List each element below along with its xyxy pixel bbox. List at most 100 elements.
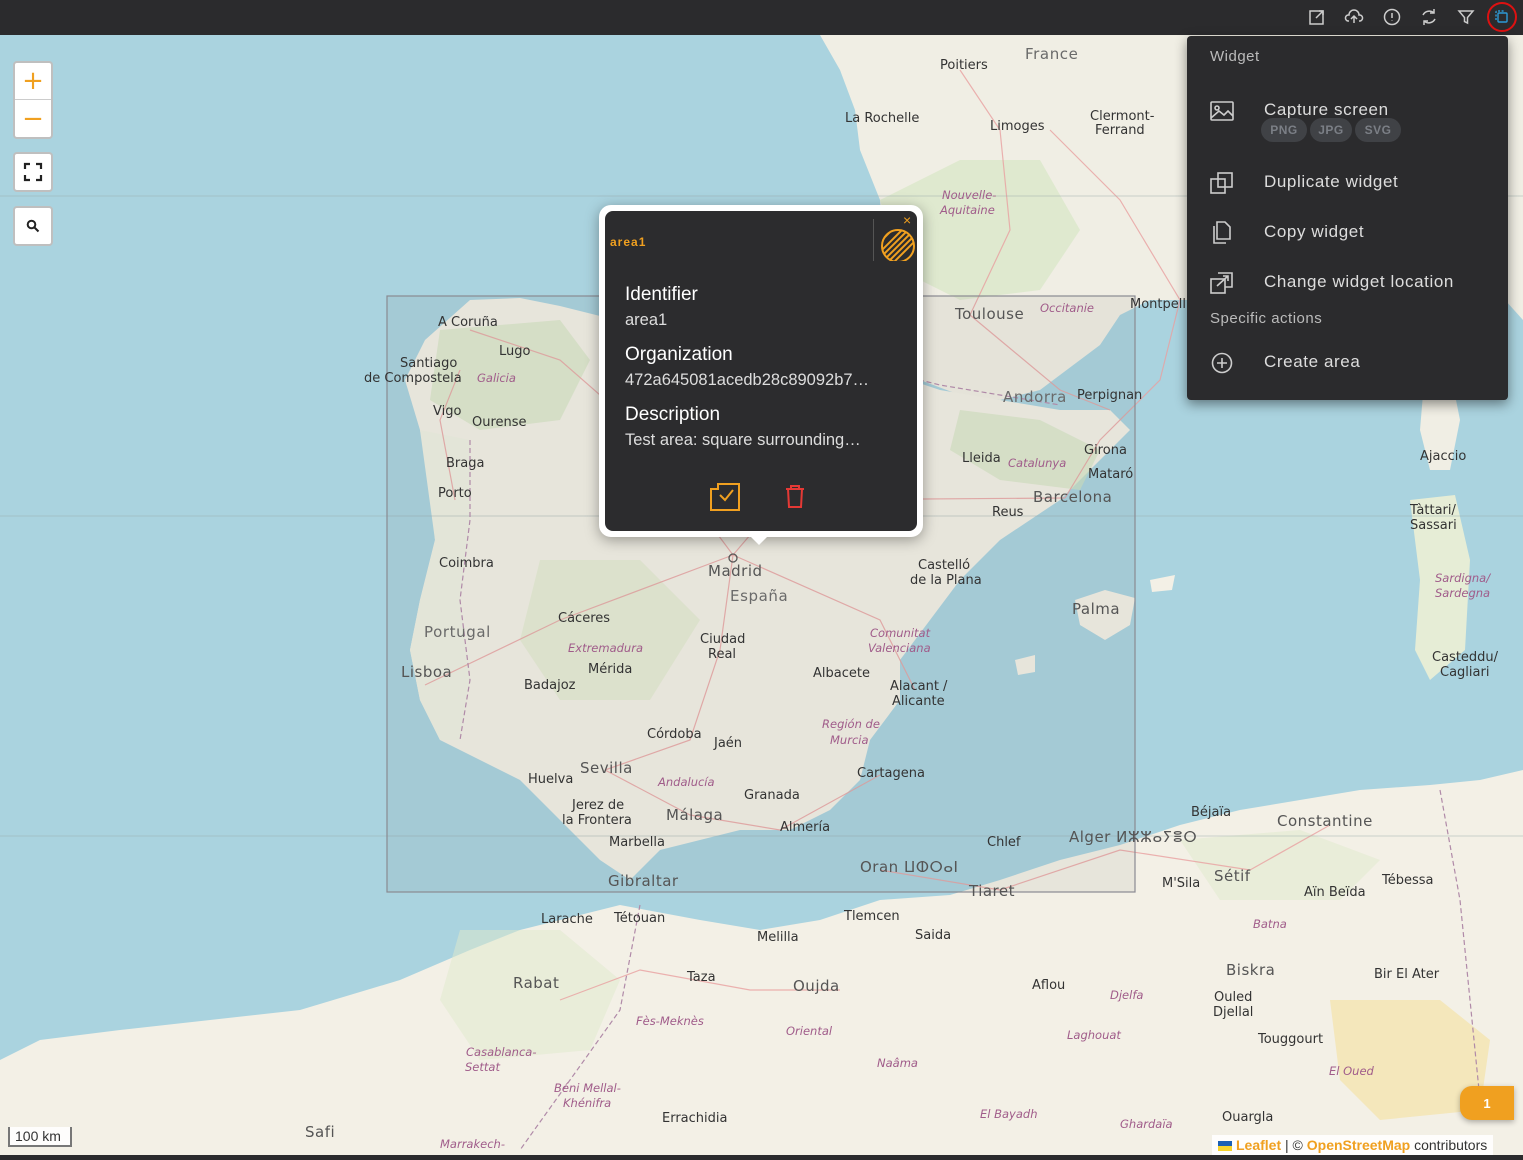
edit-area-button[interactable] [708,479,742,513]
format-jpg-chip[interactable]: JPG [1310,118,1352,142]
map-label: Biskra [1226,961,1276,979]
map-label: Laghouat [1067,1028,1121,1042]
map-label: Madrid [708,562,763,580]
map-label: Reus [992,505,1024,520]
map-label: Huelva [528,772,574,787]
map-label: Montpelli [1130,297,1190,312]
filter-icon[interactable] [1454,5,1478,29]
format-png-chip[interactable]: PNG [1261,118,1307,142]
map-label: Larache [541,912,593,927]
map-label: Extremadura [568,641,643,655]
map-label: Sétif [1214,867,1251,885]
map-label: España [730,587,789,605]
delete-area-button[interactable] [778,479,812,513]
map-label: Casteddu/ [1432,650,1499,665]
map-label: Sassari [1410,518,1457,533]
export-icon[interactable] [1305,5,1329,29]
map-label: Región de [822,717,880,731]
map-label: Béni Mellal- [554,1081,621,1095]
map-label: La Rochelle [845,111,920,126]
map-label: Coimbra [439,556,494,571]
map-label: Barcelona [1033,488,1113,506]
map-label: Tébessa [1382,873,1434,888]
popup-divider [873,219,874,261]
map-label: Batna [1253,917,1287,931]
map-label: Gibraltar [608,872,679,890]
format-svg-chip[interactable]: SVG [1355,118,1401,142]
map-label: Ouled [1214,990,1253,1005]
map-label: Rabat [513,974,560,992]
map-attribution: Leaflet | © OpenStreetMap contributors [1212,1135,1494,1155]
map-label: Lisboa [401,663,453,681]
duplicate-widget-label: Duplicate widget [1264,172,1399,191]
search-button[interactable] [13,206,53,246]
map-label: M'Sila [1162,876,1201,891]
map-label: Santiago [400,356,458,371]
close-icon[interactable]: × [903,213,915,227]
map-label: Andalucía [658,775,715,789]
upload-icon[interactable] [1342,5,1366,29]
scale-bar: 100 km [8,1127,72,1147]
map-label: Perpignan [1077,388,1143,403]
map-label: Castelló [918,558,971,573]
identifier-value: area1 [625,311,668,329]
area-popup: area1 × Identifier area1 Organization 47… [599,205,923,537]
create-area-item[interactable]: Create area [1187,340,1508,384]
map-label: El Oued [1329,1064,1374,1078]
map-label: Poitiers [940,58,988,73]
map-label: Cartagena [857,766,925,781]
map-label: Taza [687,970,716,985]
capture-screen-label: Capture screen [1264,100,1389,119]
map-label: Marrakech- [440,1137,505,1151]
map-label: Melilla [757,930,799,945]
create-area-label: Create area [1264,352,1361,371]
map-label: Badajoz [524,678,576,693]
map-label: Portugal [424,623,491,641]
fullscreen-button[interactable] [13,152,53,192]
osm-link[interactable]: OpenStreetMap [1307,1137,1410,1153]
map-label: Málaga [666,806,724,824]
map-label: Aïn Beïda [1304,885,1366,900]
widget-menu-icon[interactable] [1487,2,1517,32]
map-label: Mérida [588,662,633,677]
map-label: Cáceres [558,611,611,626]
map-label: Palma [1072,600,1121,618]
map-label: Ajaccio [1420,449,1467,464]
change-widget-location-item[interactable]: Change widget location [1187,260,1508,304]
organization-label: Organization [625,344,733,365]
refresh-icon[interactable] [1417,5,1441,29]
map-label: Sevilla [580,759,633,777]
zoom-out-button[interactable]: − [15,100,51,137]
map-label: El Bayadh [980,1107,1038,1121]
zoom-in-button[interactable]: + [15,63,51,100]
map-label: Jerez de [572,798,625,813]
map-label: Valenciana [868,641,931,655]
popup-tip [747,533,771,545]
map-label: Vigo [433,404,462,419]
duplicate-icon [1210,172,1233,194]
notification-badge[interactable]: 1 [1460,1086,1514,1120]
map-label: Tiaret [969,882,1016,900]
map-label: Jaén [714,736,743,751]
map-label: Naâma [877,1056,918,1070]
map-label: Lleida [962,451,1001,466]
map-label: Casablanca- [466,1045,537,1059]
map-label: Ghardaïa [1120,1117,1173,1131]
zoom-control: + − [13,61,53,139]
map-label: Ferrand [1095,123,1145,138]
map-label: Albacete [813,666,870,681]
map-label: Oujda [793,977,840,995]
map-label: Córdoba [647,727,702,742]
map-label: Granada [744,788,800,803]
edit-icon [710,483,740,511]
map-label: Occitanie [1040,301,1095,315]
copy-widget-item[interactable]: Copy widget [1187,210,1508,254]
attribution-contributors: contributors [1410,1137,1488,1153]
menu-section-specific: Specific actions [1210,310,1323,327]
info-icon[interactable] [1380,5,1404,29]
duplicate-widget-item[interactable]: Duplicate widget [1187,160,1508,204]
popup-content: area1 × Identifier area1 Organization 47… [605,211,917,531]
map-label: Tlemcen [844,909,900,924]
leaflet-link[interactable]: Leaflet [1236,1137,1281,1153]
map-label: Ouargla [1222,1110,1274,1125]
